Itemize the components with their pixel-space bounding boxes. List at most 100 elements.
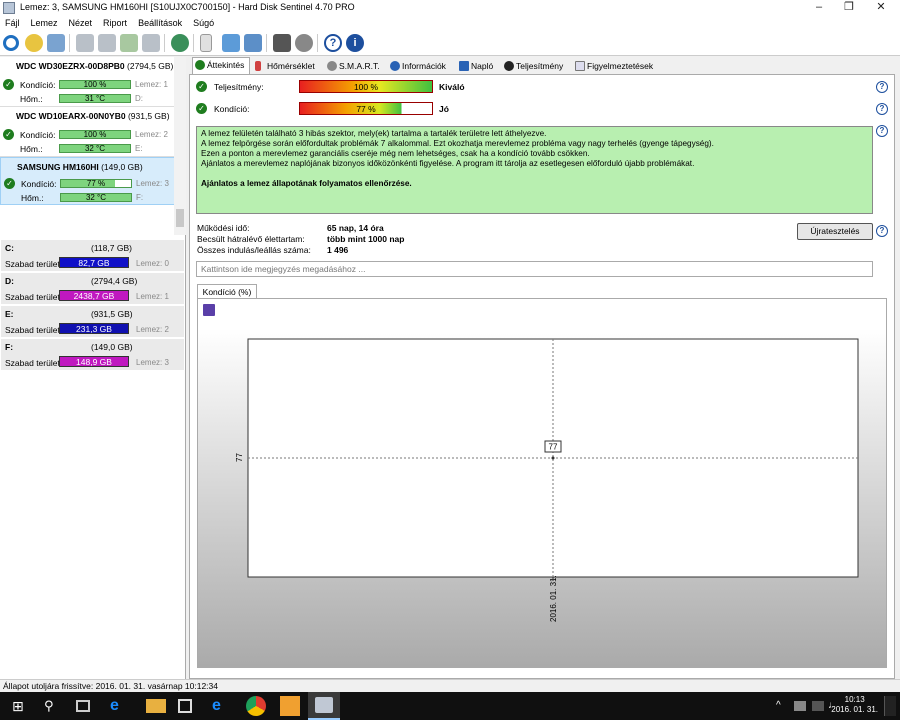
info-icon [390, 61, 400, 71]
info-icon[interactable]: i [346, 34, 364, 52]
tab-label: Napló [471, 61, 494, 71]
drive-letter: D: [135, 94, 143, 103]
health-bar: 100 % [59, 130, 131, 139]
clock-icon[interactable] [25, 34, 43, 52]
performance-bar: 100 % [299, 80, 433, 93]
tab-information[interactable]: Információk [388, 59, 446, 74]
menu-report[interactable]: Riport [103, 16, 127, 31]
free-space-bar: 2438,7 GB [59, 290, 129, 301]
disk-scan-icon[interactable] [76, 34, 94, 52]
volume-size: (2794,4 GB) [91, 276, 138, 286]
ie-icon[interactable]: e [212, 696, 232, 716]
tab-label: Áttekintés [207, 60, 245, 70]
menu-settings[interactable]: Beállítások [138, 16, 182, 31]
tab-strip: Áttekintés Hőmérséklet S.M.A.R.T. Inform… [189, 57, 900, 74]
menu-file[interactable]: Fájl [5, 16, 20, 31]
menu-disk[interactable]: Lemez [31, 16, 58, 31]
send-report-icon[interactable] [222, 34, 240, 52]
status-bar: Állapot utoljára frissítve: 2016. 01. 31… [0, 679, 900, 692]
taskbar: ⊞ ⚲ e e ^ ♩ 10:13 2016. 01. 31. [0, 692, 900, 720]
tab-alerts[interactable]: Figyelmeztetések [573, 59, 653, 74]
tab-temperature[interactable]: Hőmérséklet [253, 59, 315, 74]
tab-health-chart[interactable]: Kondíció (%) [197, 284, 257, 299]
help-icon[interactable]: ? [876, 125, 888, 137]
battery-icon[interactable] [812, 701, 824, 711]
y-tick-label: 77 [235, 453, 244, 462]
help-icon[interactable]: ? [876, 81, 888, 93]
data-label: 77 [549, 443, 558, 452]
note-input[interactable]: Kattintson ide megjegyzés megadásához ..… [196, 261, 873, 277]
health-chart-area: 77 2016. 01. 31. 77 [197, 298, 887, 668]
tab-log[interactable]: Napló [457, 59, 493, 74]
alert-icon [575, 61, 585, 71]
volume-item[interactable]: F: (149,0 GB) Szabad terület 148,9 GB Le… [1, 339, 184, 371]
show-desktop-button[interactable] [884, 696, 896, 716]
taskbar-clock[interactable]: 10:13 2016. 01. 31. [831, 695, 878, 715]
temp-bar: 32 °C [59, 144, 131, 153]
temp-bar: 32 °C [60, 193, 132, 202]
globe-icon[interactable] [171, 34, 189, 52]
uptime-label: Működési idő: [197, 223, 250, 233]
disk-size: (2794,5 GB) [127, 61, 174, 71]
volume-item[interactable]: E: (931,5 GB) Szabad terület 231,3 GB Le… [1, 306, 184, 338]
thermometer-icon [255, 61, 261, 71]
help-icon[interactable]: ? [876, 103, 888, 115]
tab-smart[interactable]: S.M.A.R.T. [325, 59, 380, 74]
tab-performance[interactable]: Teljesítmény [502, 59, 563, 74]
free-space-bar: 82,7 GB [59, 257, 129, 268]
disk-item-selected[interactable]: SAMSUNG HM160HI (149,0 GB) ✓ Kondíció: 7… [0, 157, 176, 205]
refresh-icon[interactable] [3, 35, 19, 51]
clock-date: 2016. 01. 31. [831, 705, 878, 714]
report-icon[interactable] [200, 34, 212, 52]
app-icon [3, 2, 15, 14]
health-bar: 77 % [299, 102, 433, 115]
folder-icon[interactable] [146, 699, 166, 713]
disk-check-icon[interactable] [120, 34, 138, 52]
tray-chevron-icon[interactable]: ^ [776, 696, 796, 716]
menu-help[interactable]: Súgó [193, 16, 214, 31]
volume-item[interactable]: C: (118,7 GB) Szabad terület 82,7 GB Lem… [1, 240, 184, 272]
store-icon[interactable] [178, 699, 192, 713]
export-icon[interactable] [244, 34, 262, 52]
disk-tool-icon[interactable] [142, 34, 160, 52]
disk-ref: Lemez: 2 [135, 130, 168, 139]
drive-letter: F: [136, 193, 144, 202]
gear-icon[interactable] [295, 34, 313, 52]
health-text: Jó [439, 104, 449, 114]
uptime-value: 65 nap, 14 óra [327, 223, 384, 233]
scroll-thumb[interactable] [176, 209, 184, 227]
title-bar: Lemez: 3, SAMSUNG HM160HI [S10UJX0C70015… [0, 0, 900, 16]
windows-start-icon[interactable]: ⊞ [12, 696, 32, 716]
drive-letter: E: [135, 144, 143, 153]
check-icon: ✓ [3, 129, 14, 140]
message-recommendation: Ajánlatos a lemez állapotának folyamatos… [201, 179, 412, 188]
screen-icon[interactable] [273, 34, 291, 52]
chrome-icon[interactable] [246, 696, 266, 716]
retest-button[interactable]: Újratesztelés [797, 223, 873, 240]
health-label: Kondíció: [214, 104, 250, 114]
volume-item[interactable]: D: (2794,4 GB) Szabad terület 2438,7 GB … [1, 273, 184, 305]
tab-label: Figyelmeztetések [587, 61, 654, 71]
maximize-icon[interactable]: ❐ [834, 0, 864, 16]
volume-size: (118,7 GB) [91, 243, 132, 253]
disk-test-icon[interactable] [98, 34, 116, 52]
volume-name: C: [5, 243, 14, 253]
tab-label: Hőmérséklet [267, 61, 315, 71]
search-icon[interactable]: ⚲ [44, 696, 64, 716]
tab-overview[interactable]: Áttekintés [192, 57, 250, 74]
help-icon[interactable]: ? [876, 225, 888, 237]
help-icon[interactable]: ? [324, 34, 342, 52]
tray-app-icon[interactable] [794, 701, 806, 711]
edge-icon[interactable]: e [110, 696, 130, 716]
minimize-icon[interactable]: – [804, 0, 834, 16]
free-space-bar: 231,3 GB [59, 323, 129, 334]
close-icon[interactable]: ✕ [866, 0, 896, 16]
monitor-icon[interactable] [47, 34, 65, 52]
task-view-icon[interactable] [76, 700, 90, 712]
disk-item[interactable]: WDC WD10EARX-00N0YB0 (931,5 GB) ✓ Kondíc… [0, 107, 176, 157]
menu-view[interactable]: Nézet [69, 16, 93, 31]
outlook-icon[interactable] [280, 696, 300, 716]
hds-taskbar-button[interactable] [308, 692, 340, 720]
disk-list-scrollbar[interactable] [174, 57, 186, 235]
disk-item[interactable]: WDC WD30EZRX-00D8PB0 (2794,5 GB) ✓ Kondí… [0, 57, 176, 107]
